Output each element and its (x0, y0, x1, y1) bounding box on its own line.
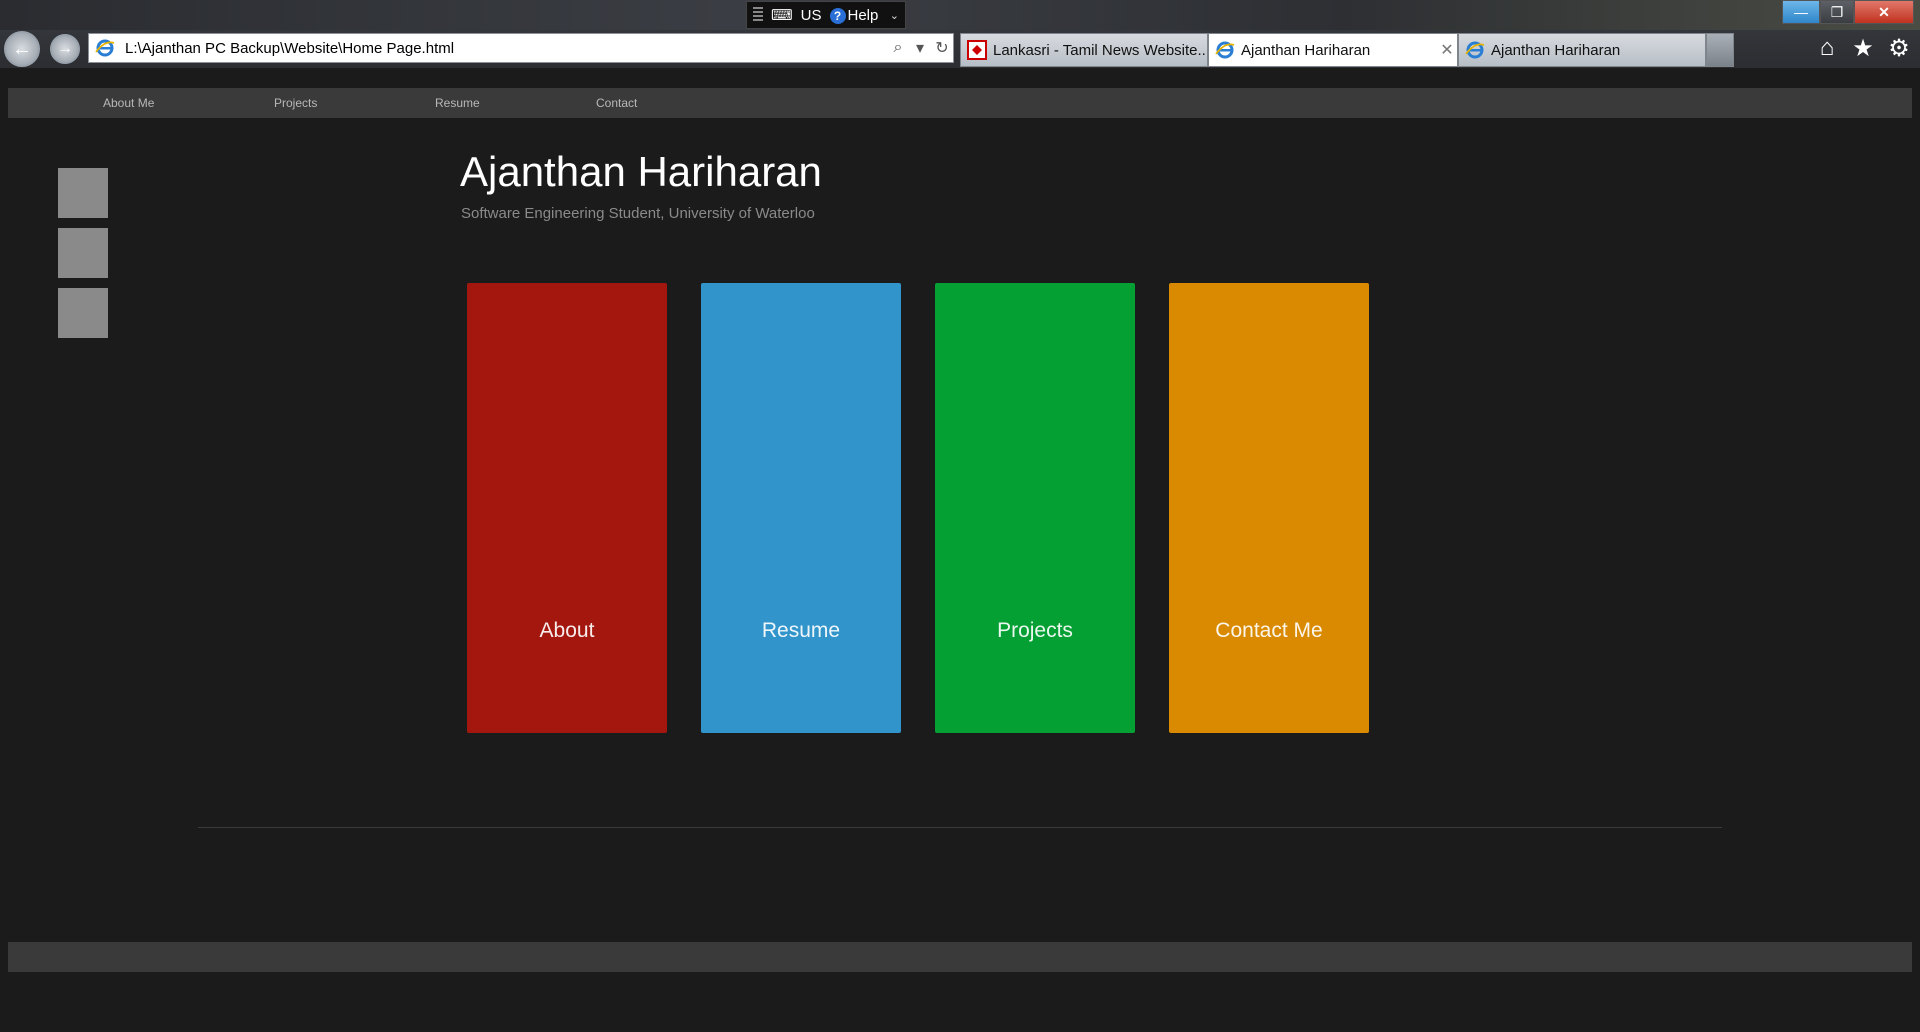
page-title: Ajanthan Hariharan (460, 148, 822, 195)
tile-label: Resume (761, 619, 841, 642)
browser-tools: ⌂ ★ ⚙ (1814, 34, 1912, 62)
language-label[interactable]: US (801, 7, 822, 24)
forward-button[interactable]: → (50, 34, 80, 64)
help-icon: ? (829, 7, 846, 24)
tab-label: Ajanthan Hariharan (1241, 41, 1371, 59)
window-controls: — ❐ ✕ (1782, 0, 1914, 24)
grip-handle-icon[interactable] (753, 7, 763, 23)
tab-label: Ajanthan Hariharan (1491, 41, 1621, 59)
nav-link-projects[interactable]: Projects (274, 88, 317, 118)
nav-link-about-me[interactable]: About Me (103, 88, 154, 118)
tile-label: Projects (997, 619, 1073, 642)
nav-link-contact[interactable]: Contact (596, 88, 637, 118)
ie-icon (95, 39, 115, 57)
minimize-button[interactable]: — (1782, 0, 1820, 24)
social-link-2[interactable] (58, 228, 108, 278)
maximize-button[interactable]: ❐ (1820, 0, 1854, 24)
tab-ajanthan-active[interactable]: Ajanthan Hariharan ✕ (1208, 33, 1458, 67)
social-link-1[interactable] (58, 168, 108, 218)
tab-label: Lankasri - Tamil News Website... (993, 41, 1207, 59)
language-bar[interactable]: ⌨ US ? Help ⌄ (746, 1, 906, 29)
tile-label: About (539, 619, 595, 642)
divider (198, 827, 1722, 828)
search-icon[interactable]: ⌕ (887, 39, 909, 57)
keyboard-icon: ⌨ (771, 7, 793, 24)
language-bar-options-icon[interactable]: ⌄ (890, 9, 899, 22)
tile-resume[interactable]: Resume (701, 283, 901, 733)
help-label: Help (847, 6, 879, 24)
close-window-button[interactable]: ✕ (1854, 0, 1914, 24)
social-link-3[interactable] (58, 288, 108, 338)
tab-lankasri[interactable]: Lankasri - Tamil News Website... (960, 33, 1208, 67)
arrow-left-icon: ← (12, 37, 32, 60)
help-button[interactable]: ? Help (829, 6, 879, 24)
back-button[interactable]: ← (4, 31, 40, 67)
address-bar[interactable]: L:\Ajanthan PC Backup\Website\Home Page.… (88, 33, 954, 63)
star-icon[interactable]: ★ (1850, 34, 1876, 62)
tile-contact-me[interactable]: Contact Me (1169, 283, 1369, 733)
site-nav-bar: About Me Projects Resume Contact (8, 88, 1912, 118)
new-tab-button[interactable] (1706, 33, 1734, 67)
page-subtitle: Software Engineering Student, University… (461, 205, 815, 222)
ie-icon (1465, 41, 1485, 59)
tile-label: Contact Me (1215, 619, 1323, 642)
web-page: About Me Projects Resume Contact Ajantha… (0, 68, 1920, 1032)
arrow-right-icon: → (57, 40, 73, 57)
home-icon[interactable]: ⌂ (1814, 34, 1840, 62)
dropdown-icon[interactable]: ▾ (909, 38, 931, 58)
tab-ajanthan[interactable]: Ajanthan Hariharan (1458, 33, 1706, 67)
lankasri-favicon-icon (967, 40, 987, 60)
close-tab-icon[interactable]: ✕ (1437, 40, 1457, 60)
refresh-icon[interactable]: ↻ (931, 38, 953, 58)
title-bar (0, 0, 1920, 30)
nav-link-resume[interactable]: Resume (435, 88, 480, 118)
ie-icon (1215, 41, 1235, 59)
site-footer (8, 942, 1912, 972)
tile-about[interactable]: About (467, 283, 667, 733)
tile-projects[interactable]: Projects (935, 283, 1135, 733)
gear-icon[interactable]: ⚙ (1886, 34, 1912, 62)
url-text[interactable]: L:\Ajanthan PC Backup\Website\Home Page.… (125, 40, 887, 57)
browser-chrome: ⌨ US ? Help ⌄ — ❐ ✕ ← → L:\Ajanthan PC Ba… (0, 0, 1920, 68)
